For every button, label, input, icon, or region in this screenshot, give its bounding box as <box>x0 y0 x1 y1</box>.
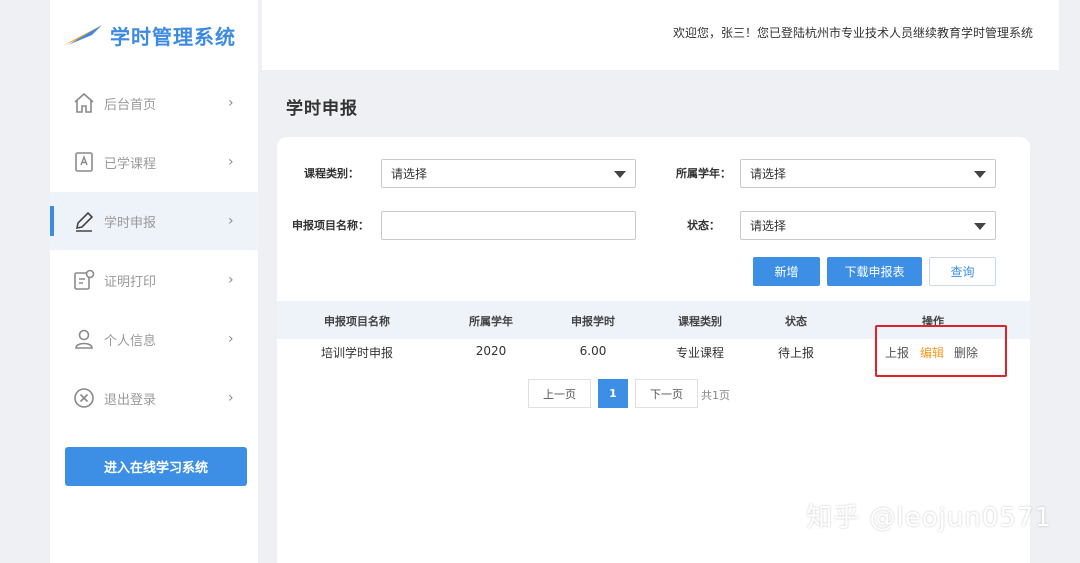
page-title: 学时申报 <box>286 99 358 119</box>
home-icon <box>72 91 96 115</box>
user-icon <box>72 327 96 351</box>
status-value: 请选择 <box>750 219 787 233</box>
logo: 学时管理系统 <box>50 0 258 70</box>
chevron-right-icon: › <box>228 331 234 347</box>
column-header: 所属学年 <box>469 315 513 328</box>
sidebar-item-home[interactable]: 后台首页 › <box>50 74 258 132</box>
column-header: 状态 <box>785 315 807 328</box>
year-value: 请选择 <box>750 167 787 181</box>
cell-hours: 6.00 <box>579 344 607 358</box>
sidebar-item-label: 退出登录 <box>104 392 157 408</box>
status-label: 状态： <box>687 219 720 232</box>
course-type-value: 请选择 <box>391 167 428 181</box>
enter-online-learning-button[interactable]: 进入在线学习系统 <box>65 447 247 486</box>
welcome-message: 欢迎您，张三！您已登陆杭州市专业技术人员继续教育学时管理系统 <box>672 26 1033 40</box>
query-button[interactable]: 查询 <box>929 257 996 286</box>
sidebar-item-courses[interactable]: 已学课程 › <box>50 133 258 191</box>
next-page-button[interactable]: 下一页 <box>635 379 698 408</box>
column-header: 申报项目名称 <box>324 315 390 328</box>
current-page-button[interactable]: 1 <box>598 379 628 408</box>
prev-page-button[interactable]: 上一页 <box>528 379 591 408</box>
sidebar-item-certificate[interactable]: 证明打印 › <box>50 251 258 309</box>
chevron-right-icon: › <box>228 213 234 229</box>
project-name-input[interactable] <box>381 211 636 240</box>
status-select[interactable]: 请选择 <box>740 211 996 240</box>
year-label: 所属学年： <box>676 167 731 180</box>
sidebar-item-label: 学时申报 <box>104 215 157 231</box>
sidebar: 学时管理系统 后台首页 › 已学课程 › 学时申报 › 证明打印 › 个人信息 <box>50 0 258 563</box>
sidebar-item-label: 证明打印 <box>104 274 157 290</box>
project-name-label: 申报项目名称： <box>292 219 369 232</box>
download-report-button[interactable]: 下载申报表 <box>827 257 922 286</box>
chevron-right-icon: › <box>228 272 234 288</box>
book-icon <box>72 150 96 174</box>
sidebar-item-logout[interactable]: 退出登录 › <box>50 369 258 427</box>
course-type-label: 课程类别： <box>304 167 359 180</box>
cell-project-name: 培训学时申报 <box>320 346 394 360</box>
sidebar-item-label: 已学课程 <box>104 156 157 172</box>
chevron-right-icon: › <box>228 95 234 111</box>
column-header: 申报学时 <box>571 315 615 328</box>
cell-year: 2020 <box>475 344 507 358</box>
course-type-select[interactable]: 请选择 <box>381 159 636 188</box>
close-circle-icon <box>72 386 96 410</box>
logo-text: 学时管理系统 <box>110 24 236 49</box>
chevron-right-icon: › <box>228 390 234 406</box>
chevron-right-icon: › <box>228 154 234 170</box>
sidebar-item-hours-report[interactable]: 学时申报 › <box>50 192 258 250</box>
highlight-annotation <box>875 325 1007 377</box>
sidebar-item-profile[interactable]: 个人信息 › <box>50 310 258 368</box>
add-button[interactable]: 新增 <box>753 257 820 286</box>
edit-icon <box>72 209 96 233</box>
caret-down-icon <box>974 223 986 230</box>
caret-down-icon <box>614 171 626 178</box>
caret-down-icon <box>974 171 986 178</box>
logo-icon <box>64 25 102 45</box>
top-header: 欢迎您，张三！您已登陆杭州市专业技术人员继续教育学时管理系统 <box>262 0 1059 70</box>
watermark: 知乎 @leojun0571 <box>806 503 1052 533</box>
column-header: 课程类别 <box>678 315 722 328</box>
sidebar-item-label: 个人信息 <box>104 333 157 349</box>
page-total: 共1页 <box>701 389 730 402</box>
cell-status: 待上报 <box>777 346 815 360</box>
certificate-icon <box>72 268 96 292</box>
year-select[interactable]: 请选择 <box>740 159 996 188</box>
cell-course-type: 专业课程 <box>675 346 725 360</box>
sidebar-item-label: 后台首页 <box>104 97 157 113</box>
